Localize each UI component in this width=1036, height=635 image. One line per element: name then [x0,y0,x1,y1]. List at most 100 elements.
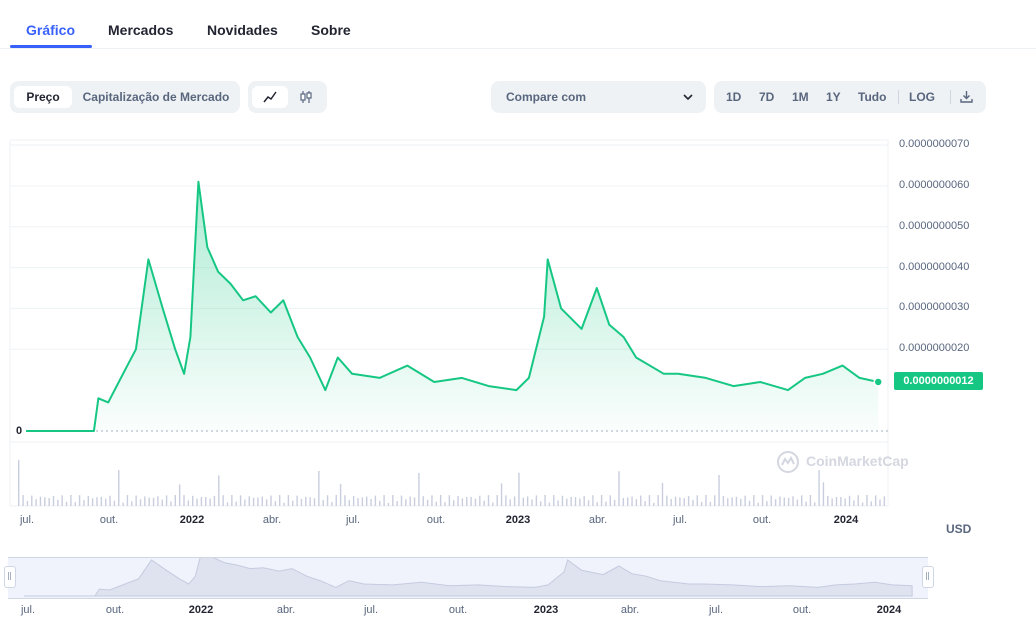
compare-dropdown[interactable]: Compare com [491,81,706,113]
volume-bar [474,498,477,506]
range-1m[interactable]: 1M [792,90,809,104]
volume-bar [666,495,668,506]
range-1d[interactable]: 1D [726,90,741,104]
y-tick-label: 0.0000000060 [899,178,970,191]
volume-bar [178,484,181,506]
volume-bar [339,483,342,506]
volume-bar [122,502,124,506]
volume-bar [796,499,799,506]
volume-bar [96,497,98,506]
divider [898,90,899,104]
navigator-left-handle[interactable] [4,566,16,588]
navigator-tick-label: 2024 [876,604,902,616]
volume-bar [396,501,398,506]
volume-bar [461,498,464,506]
volume-bar [409,496,411,506]
volume-bar [622,497,625,506]
volume-bar [679,497,681,506]
compare-label: Compare com [506,90,587,104]
volume-bar [109,495,111,506]
volume-bar [413,497,416,506]
price-chart[interactable] [0,130,1036,530]
volume-bar [352,496,355,506]
volume-bar [853,500,855,506]
download-icon[interactable] [960,90,973,103]
range-all[interactable]: Tudo [858,90,886,104]
volume-bar [400,495,403,506]
volume-bar [161,499,163,506]
volume-bar [105,498,107,506]
volume-bar [509,499,511,506]
range-navigator[interactable] [8,557,928,599]
chevron-down-icon [683,94,693,101]
volume-bar [561,495,564,506]
candlestick-button[interactable] [288,86,324,108]
volume-bar [274,501,277,506]
volume-bar [500,483,503,506]
volume-bar [148,497,150,506]
volume-bar [744,495,746,506]
volume-bar [292,500,294,506]
volume-bar [548,502,551,506]
x-tick-label: abr. [588,514,608,526]
volume-bar [205,497,207,506]
volume-bar [296,495,298,506]
volume-bar [466,497,468,506]
volume-bar [818,470,820,506]
volume-bar [618,471,620,506]
volume-bar [357,498,359,506]
volume-bar [783,497,785,506]
volume-bar [448,495,451,506]
volume-bar [261,496,263,506]
volume-bar [483,500,485,506]
volume-bar [44,497,46,506]
line-chart-button[interactable] [252,86,288,108]
volume-bar [822,482,825,506]
volume-bar [670,498,672,506]
range-7d[interactable]: 7D [759,90,774,104]
x-tick-label: abr. [262,514,282,526]
tab-markets[interactable]: Mercados [108,22,173,38]
tab-about[interactable]: Sobre [311,22,351,38]
volume-bar [470,496,472,506]
volume-bar [387,502,390,506]
range-1y[interactable]: 1Y [826,90,841,104]
y-tick-label: 0.0000000020 [899,342,970,355]
volume-bar [600,495,603,506]
volume-bar [866,495,868,506]
volume-bar [439,495,442,506]
volume-bar [683,498,685,506]
volume-bar [870,501,872,506]
tab-chart[interactable]: Gráfico [26,22,75,38]
volume-bar [801,495,803,506]
navigator-right-handle[interactable] [922,566,934,588]
x-tick-label: out. [99,514,119,526]
volume-bar [35,499,37,506]
tab-news[interactable]: Novidades [207,22,278,38]
volume-bar [126,495,129,506]
volume-bar [374,495,377,506]
log-toggle[interactable]: LOG [909,90,935,104]
volume-bar [118,470,120,506]
x-tick-label: 2024 [833,514,859,526]
volume-bar [692,499,694,506]
volume-bar [383,495,385,506]
volume-bar [170,501,172,506]
current-price-badge: 0.0000000012 [894,372,983,390]
price-option[interactable]: Preço [14,86,72,108]
volume-bar [653,502,655,506]
volume-bar [300,498,303,506]
volume-bar [270,495,272,506]
volume-bar [627,497,629,506]
volume-bar [74,502,76,506]
volume-bar [787,497,790,506]
market-cap-option[interactable]: Capitalização de Mercado [76,86,236,108]
volume-bar [592,495,594,506]
volume-bar [165,495,168,506]
volume-bar [257,497,259,506]
volume-bar [70,495,72,506]
volume-bar [487,495,490,506]
watermark-text: CoinMarketCap [806,453,909,469]
volume-bar [305,496,307,506]
x-tick-label: 2023 [505,514,531,526]
